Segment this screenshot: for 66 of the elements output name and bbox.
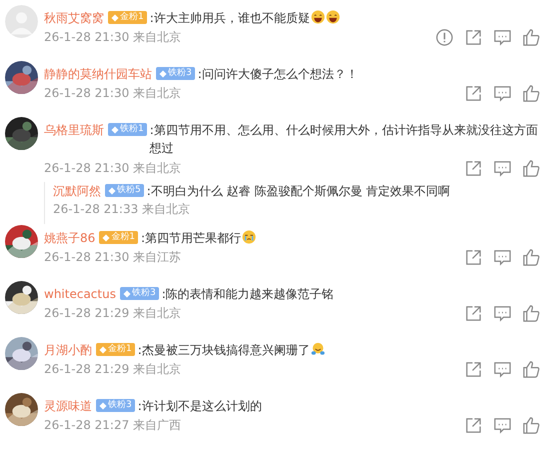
- user-name[interactable]: 灵源味道: [44, 397, 92, 415]
- share-icon[interactable]: [464, 360, 483, 379]
- hugging-face-icon: [310, 342, 325, 356]
- fan-badge: 金粉1: [108, 11, 147, 24]
- badge-icon: [99, 346, 107, 354]
- badge-icon: [102, 234, 110, 242]
- user-name[interactable]: whitecactus: [44, 285, 116, 303]
- comment-icon[interactable]: [493, 159, 512, 178]
- fan-badge: 铁粉5: [105, 184, 144, 197]
- user-name[interactable]: 秋雨艾窝窝: [44, 9, 104, 27]
- comment-text: :杰曼被三万块钱搞得意兴阑珊了: [138, 343, 310, 357]
- laughing-face-icon: [326, 10, 340, 24]
- comment-icon[interactable]: [493, 416, 512, 435]
- share-icon[interactable]: [464, 304, 483, 323]
- user-name[interactable]: 姚燕子86: [44, 229, 96, 247]
- fan-badge: 铁粉3: [120, 287, 159, 300]
- thumbs-up-icon[interactable]: [522, 248, 541, 267]
- report-icon[interactable]: [435, 28, 454, 47]
- laughing-face-icon: [310, 10, 325, 24]
- thumbs-up-icon[interactable]: [522, 84, 541, 103]
- fan-badge: 金粉1: [99, 231, 138, 244]
- badge-icon: [111, 14, 119, 22]
- comment-time: 26-1-28 21:27 来自广西: [44, 417, 182, 434]
- comment-time: 26-1-28 21:30 来自北京: [44, 29, 182, 46]
- thumbs-up-icon[interactable]: [522, 360, 541, 379]
- share-icon[interactable]: [464, 248, 483, 267]
- fan-badge: 金粉1: [96, 343, 135, 356]
- user-name[interactable]: 沉默阿然: [53, 182, 101, 200]
- comment-text: :问问许大傻子怎么个想法？！: [198, 67, 358, 81]
- thumbs-up-icon[interactable]: [522, 416, 541, 435]
- comment-text: :许计划不是这么计划的: [138, 399, 262, 413]
- user-name[interactable]: 月湖小酌: [44, 341, 92, 359]
- thumbs-up-icon[interactable]: [522, 304, 541, 323]
- badge-icon: [108, 186, 116, 194]
- share-icon[interactable]: [464, 416, 483, 435]
- fan-badge: 铁粉3: [96, 399, 135, 412]
- fan-badge: 铁粉1: [108, 123, 147, 136]
- badge-icon: [111, 126, 119, 134]
- share-icon[interactable]: [464, 159, 483, 178]
- thumbs-up-icon[interactable]: [522, 28, 541, 47]
- comment-icon[interactable]: [493, 304, 512, 323]
- comment-icon[interactable]: [493, 84, 512, 103]
- badge-icon: [159, 70, 167, 78]
- user-name[interactable]: 静静的莫纳什园车站: [44, 65, 152, 83]
- crying-face-icon: [242, 230, 256, 244]
- share-icon[interactable]: [464, 84, 483, 103]
- thumbs-up-icon[interactable]: [522, 159, 541, 178]
- user-name[interactable]: 乌格里琉斯: [44, 121, 104, 139]
- comment-time: 26-1-28 21:29 来自北京: [44, 361, 182, 378]
- comment-time: 26-1-28 21:30 来自北京: [44, 85, 182, 102]
- share-icon[interactable]: [464, 28, 483, 47]
- comment-text: :第四节用芒果都行: [141, 231, 242, 245]
- comment-text: :第四节用不用、怎么用、什么时候用大外，估计许指导从来就没往这方面想过: [150, 123, 538, 155]
- comment-time: 26-1-28 21:30 来自江苏: [44, 249, 182, 266]
- reply-text: :不明白为什么 赵睿 陈盈骏配个斯佩尔曼 肯定效果不同啊: [146, 183, 452, 200]
- badge-icon: [99, 402, 107, 410]
- comment-text: :许大主帅用兵，谁也不能质疑: [150, 11, 310, 25]
- comment-icon[interactable]: [493, 248, 512, 267]
- comment-time: 26-1-28 21:30 来自北京: [44, 160, 182, 177]
- comment-icon[interactable]: [493, 360, 512, 379]
- fan-badge: 铁粉3: [156, 67, 195, 80]
- badge-icon: [122, 290, 131, 298]
- reply-time: 26-1-28 21:33 来自北京: [53, 201, 190, 218]
- comment-time: 26-1-28 21:29 来自北京: [44, 305, 182, 322]
- comment-text: :陈的表情和能力越来越像范子铭: [162, 287, 334, 301]
- comment-icon[interactable]: [493, 28, 512, 47]
